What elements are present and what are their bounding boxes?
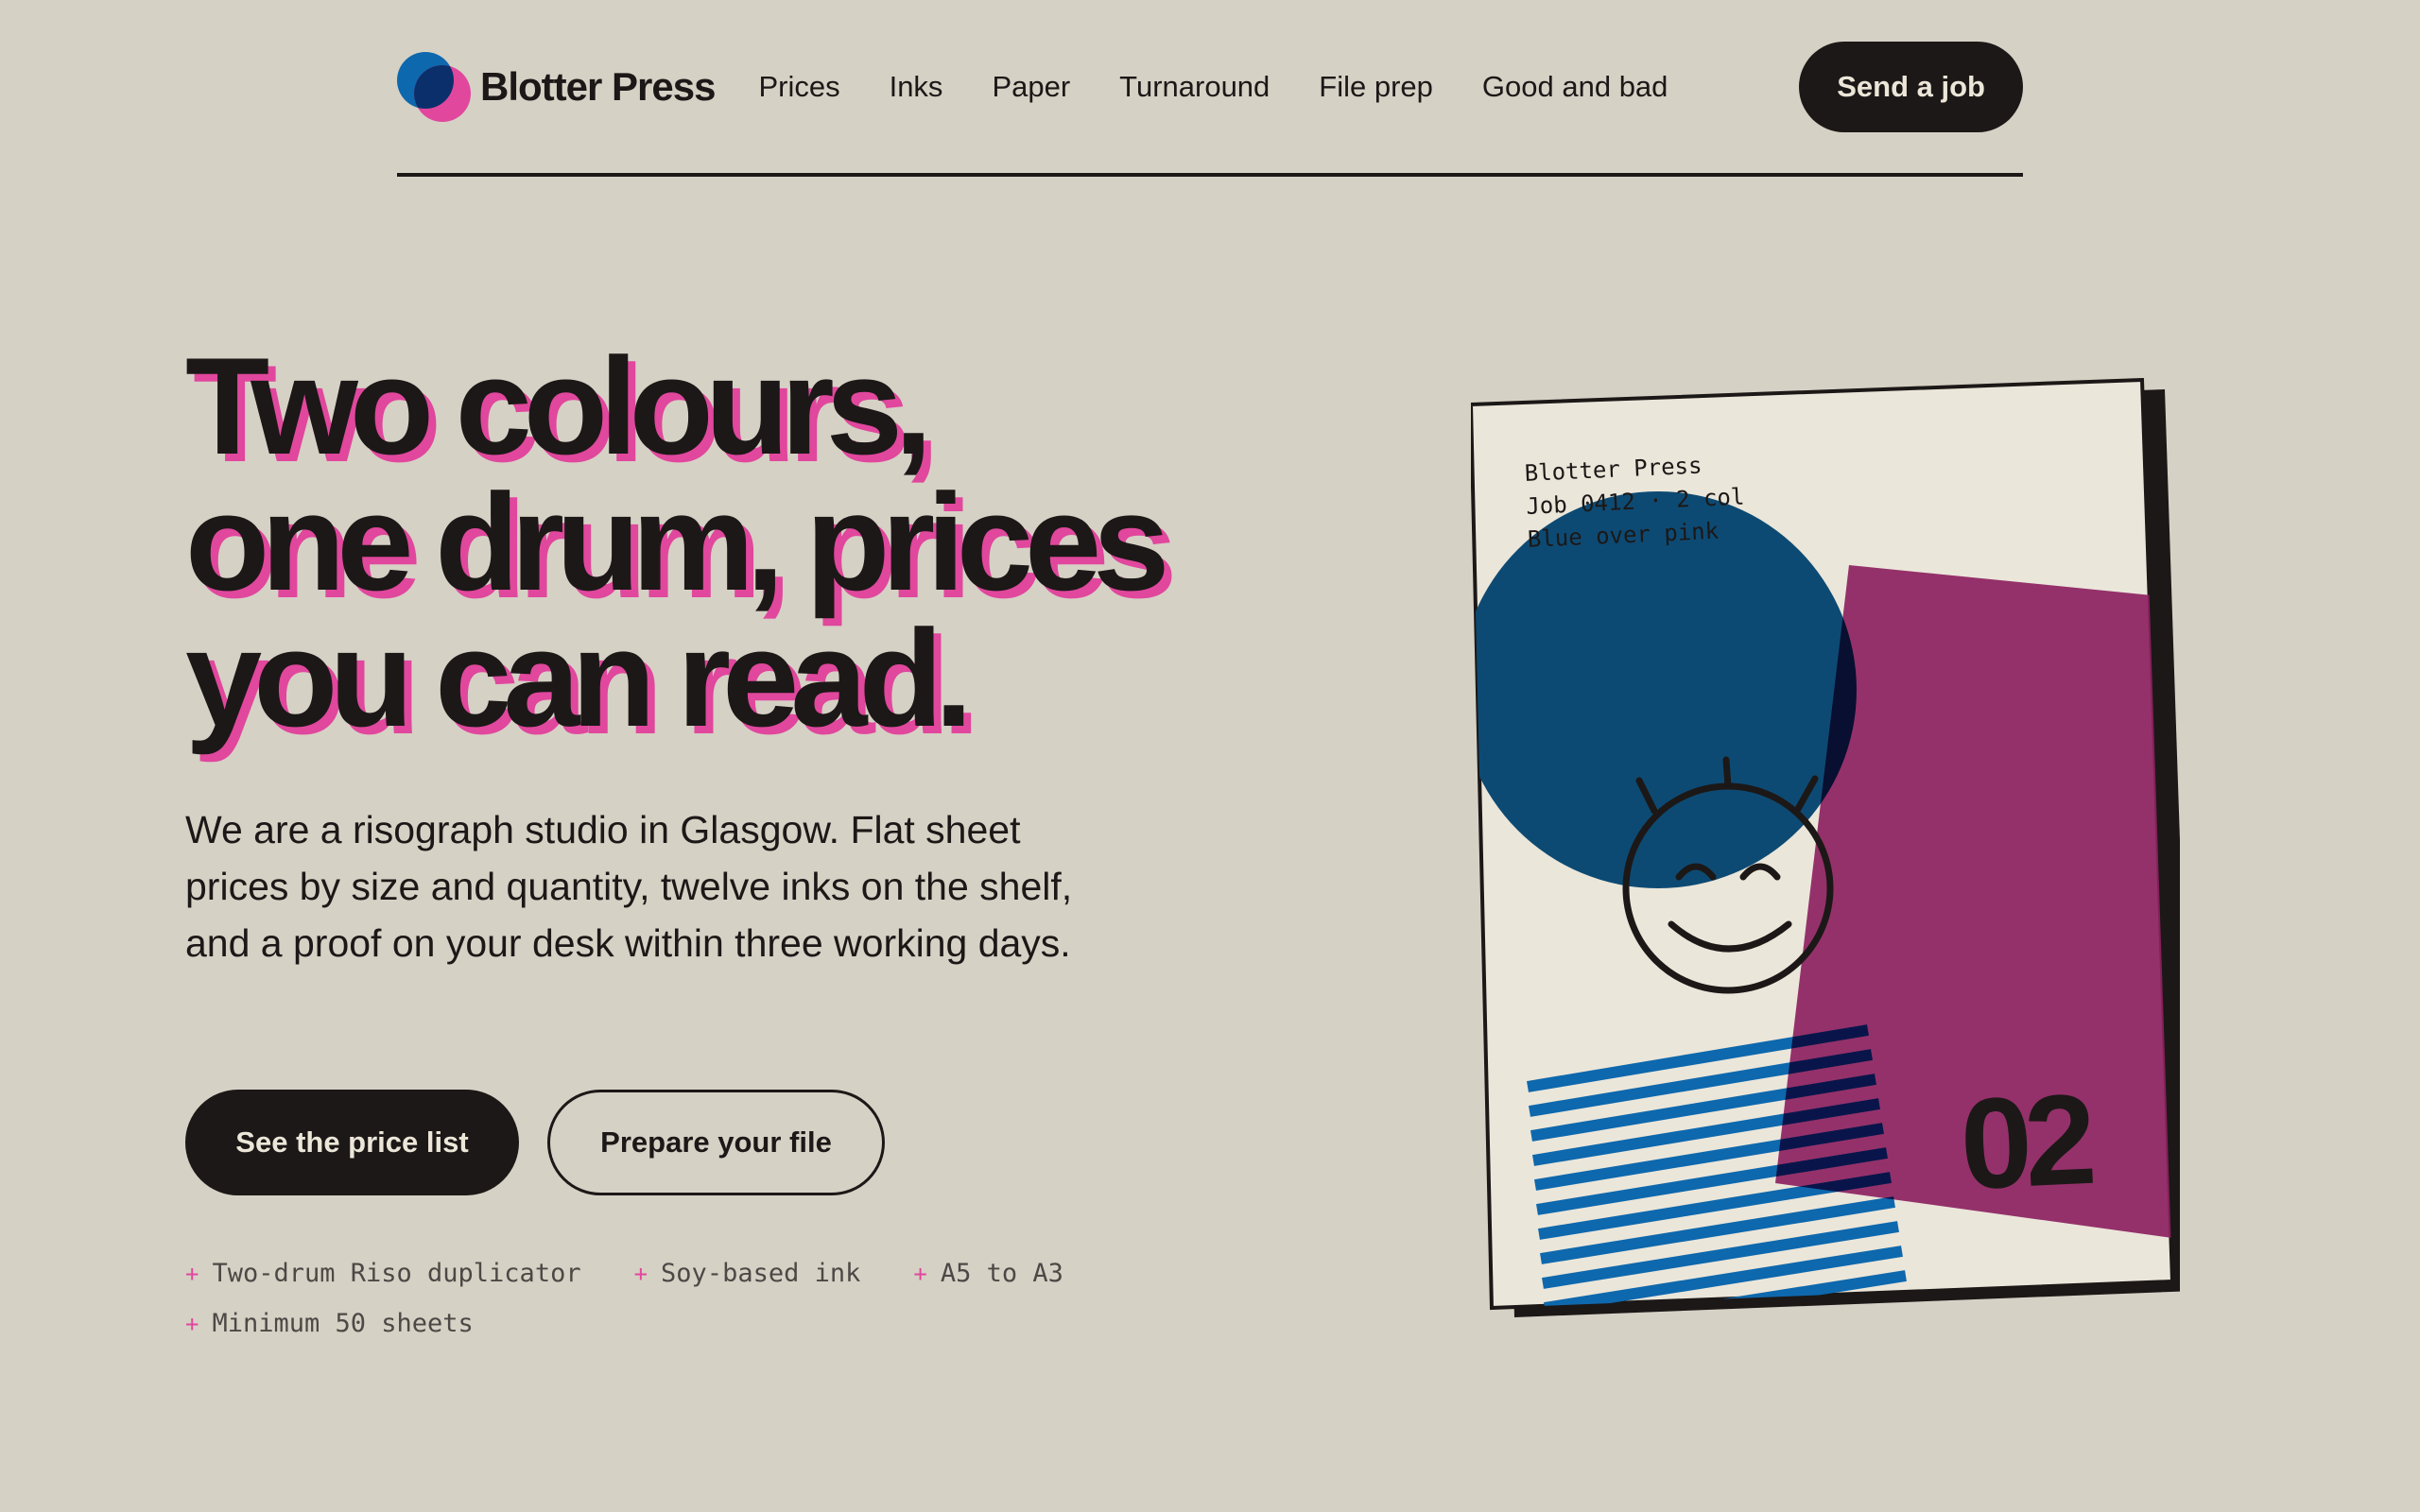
nav-divider <box>397 173 2023 177</box>
plus-icon: + <box>185 1260 199 1287</box>
hero-title: Two colours, one drum, prices you can re… <box>185 329 1414 755</box>
nav-link-prices[interactable]: Prices <box>758 70 839 104</box>
nav-link-turnaround[interactable]: Turnaround <box>1119 70 1270 104</box>
plus-icon: + <box>633 1260 648 1287</box>
poster-number: 02 <box>1957 1067 2092 1216</box>
poster-meta: Blotter Press Job 0412 · 2 col Blue over… <box>1524 448 1747 557</box>
plus-icon: + <box>185 1310 199 1337</box>
feature-text: Minimum 50 sheets <box>212 1309 474 1338</box>
hero-title-line-3: you can read. <box>185 601 973 755</box>
hero-intro: We are a risograph studio in Glasgow. Fl… <box>185 808 1073 965</box>
nav-links: Prices Inks Paper Turnaround File prep G… <box>758 70 1668 104</box>
poster-illustration: Blotter Press Job 0412 · 2 col Blue over… <box>1471 378 2180 1323</box>
brand-logo-link[interactable]: Blotter Press <box>397 50 716 124</box>
hero-buttons: See the price list Prepare your file <box>185 1090 885 1195</box>
prepare-file-button[interactable]: Prepare your file <box>547 1090 885 1195</box>
plus-icon: + <box>913 1260 927 1287</box>
feature-text: A5 to A3 <box>940 1259 1063 1288</box>
brand-logo-icon <box>397 50 471 124</box>
send-job-button[interactable]: Send a job <box>1799 42 2023 132</box>
feature-item: + A5 to A3 <box>913 1259 1063 1288</box>
feature-text: Two-drum Riso duplicator <box>212 1259 581 1288</box>
hero-title-line-2: one drum, prices <box>185 465 1169 619</box>
nav-link-good-and-bad[interactable]: Good and bad <box>1482 70 1668 104</box>
nav-link-inks[interactable]: Inks <box>890 70 943 104</box>
see-price-list-button[interactable]: See the price list <box>185 1090 519 1195</box>
nav-link-file-prep[interactable]: File prep <box>1319 70 1433 104</box>
feature-text: Soy-based ink <box>661 1259 861 1288</box>
brand-name: Blotter Press <box>480 64 716 109</box>
nav-link-paper[interactable]: Paper <box>992 70 1070 104</box>
feature-item: + Soy-based ink <box>634 1259 861 1288</box>
feature-list: + Two-drum Riso duplicator + Soy-based i… <box>185 1259 1131 1338</box>
feature-item: + Minimum 50 sheets <box>185 1309 474 1338</box>
top-nav: Blotter Press Prices Inks Paper Turnarou… <box>397 42 2023 132</box>
hero-title-line-1: Two colours, <box>185 329 933 483</box>
feature-item: + Two-drum Riso duplicator <box>185 1259 581 1288</box>
